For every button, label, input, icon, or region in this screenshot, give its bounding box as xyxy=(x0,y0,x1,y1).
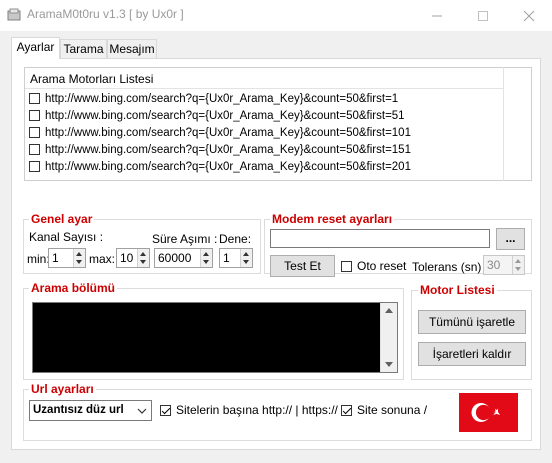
select-all-button[interactable]: Tümünü işaretle xyxy=(418,310,526,334)
item-checkbox[interactable] xyxy=(29,161,40,173)
minimize-button[interactable] xyxy=(414,0,460,31)
arrow-up-icon[interactable] xyxy=(203,252,209,256)
modem-path-input[interactable] xyxy=(270,229,490,248)
tab-ayarlar[interactable]: Ayarlar xyxy=(11,37,60,59)
scroll-down-icon[interactable] xyxy=(385,362,393,367)
list-item[interactable]: http://www.bing.com/search?q={Ux0r_Arama… xyxy=(29,110,405,126)
search-section-title: Arama bölümü xyxy=(29,281,118,295)
item-checkbox[interactable] xyxy=(29,93,40,105)
close-icon xyxy=(523,10,535,22)
tolerance-value: 30 xyxy=(487,258,501,272)
chevron-down-icon xyxy=(137,408,147,414)
item-checkbox[interactable] xyxy=(29,144,40,156)
list-header-separator xyxy=(25,88,503,89)
stepper-arrows[interactable] xyxy=(512,256,524,274)
maximize-button[interactable] xyxy=(460,0,506,31)
suffix-checkbox-wrap[interactable]: Site sonuna / xyxy=(341,403,427,417)
window-title: AramaM0t0ru v1.3 [ by Ux0r ] xyxy=(27,7,184,21)
arrow-down-icon[interactable] xyxy=(243,260,249,264)
retry-value: 1 xyxy=(223,251,230,265)
list-item[interactable]: http://www.bing.com/search?q={Ux0r_Arama… xyxy=(29,161,411,177)
item-checkbox[interactable] xyxy=(29,127,40,139)
arrow-up-icon[interactable] xyxy=(140,252,146,256)
test-button[interactable]: Test Et xyxy=(270,255,335,277)
engine-panel-group xyxy=(411,290,532,380)
list-item-url: http://www.bing.com/search?q={Ux0r_Arama… xyxy=(45,144,411,156)
list-divider xyxy=(503,67,504,181)
engine-panel-title: Motor Listesi xyxy=(418,283,497,297)
stepper-arrows[interactable] xyxy=(240,249,252,267)
app-icon xyxy=(7,8,21,21)
timeout-value: 60000 xyxy=(158,251,192,265)
list-column-header: Arama Motorları Listesi xyxy=(30,72,154,86)
minimize-icon xyxy=(432,15,442,17)
flag-crescent-star-icon xyxy=(471,403,501,422)
url-settings-title: Url ayarları xyxy=(29,382,96,396)
retry-stepper[interactable]: 1 xyxy=(219,248,253,268)
list-item[interactable]: http://www.bing.com/search?q={Ux0r_Arama… xyxy=(29,93,398,109)
tab-mesajim[interactable]: Mesajım xyxy=(107,39,157,59)
list-item-url: http://www.bing.com/search?q={Ux0r_Arama… xyxy=(45,93,399,105)
auto-reset-checkbox[interactable] xyxy=(341,261,352,273)
stepper-arrows[interactable] xyxy=(137,249,149,267)
min-channel-stepper[interactable]: 1 xyxy=(48,248,86,268)
arrow-down-icon[interactable] xyxy=(515,267,521,271)
clear-selection-button[interactable]: İşaretleri kaldır xyxy=(418,342,526,366)
list-item-url: http://www.bing.com/search?q={Ux0r_Arama… xyxy=(45,110,405,122)
title-bar[interactable]: AramaM0t0ru v1.3 [ by Ux0r ] xyxy=(0,0,552,31)
list-item-url: http://www.bing.com/search?q={Ux0r_Arama… xyxy=(45,161,411,173)
timeout-stepper[interactable]: 60000 xyxy=(154,248,213,268)
arrow-up-icon[interactable] xyxy=(515,259,521,263)
channel-count-label: Kanal Sayısı : xyxy=(29,230,104,244)
stepper-arrows[interactable] xyxy=(73,249,85,267)
modem-reset-title: Modem reset ayarları xyxy=(270,212,395,226)
search-output-console[interactable] xyxy=(32,302,398,373)
stepper-arrows[interactable] xyxy=(200,249,212,267)
turkish-flag-image xyxy=(459,393,518,432)
auto-reset-label: Oto reset xyxy=(357,259,407,273)
tab-tarama[interactable]: Tarama xyxy=(60,39,107,59)
arrow-up-icon[interactable] xyxy=(76,252,82,256)
timeout-label: Süre Aşımı : xyxy=(152,232,218,246)
general-settings-title: Genel ayar xyxy=(29,212,95,226)
arrow-down-icon[interactable] xyxy=(140,260,146,264)
close-button[interactable] xyxy=(506,0,552,31)
suffix-checkbox[interactable] xyxy=(341,405,352,417)
tolerance-stepper[interactable]: 30 xyxy=(483,255,525,275)
arrow-up-icon[interactable] xyxy=(243,252,249,256)
url-format-value: Uzantısız düz url xyxy=(33,404,124,416)
max-channel-stepper[interactable]: 10 xyxy=(116,248,150,268)
max-channel-value: 10 xyxy=(120,251,134,265)
tolerance-label: Tolerans (sn) : xyxy=(412,260,489,274)
suffix-label: Site sonuna / xyxy=(357,403,428,417)
retry-label: Dene: xyxy=(219,232,252,246)
auto-reset-checkbox-wrap[interactable]: Oto reset xyxy=(341,259,406,273)
item-checkbox[interactable] xyxy=(29,110,40,122)
prefix-label: Sitelerin başına http:// | https:// xyxy=(176,403,338,417)
prefix-checkbox[interactable] xyxy=(160,405,171,417)
scroll-up-icon[interactable] xyxy=(385,308,393,313)
url-format-select[interactable]: Uzantısız düz url xyxy=(29,400,152,421)
console-scrollbar[interactable] xyxy=(380,303,397,372)
list-item[interactable]: http://www.bing.com/search?q={Ux0r_Arama… xyxy=(29,127,411,143)
maximize-icon xyxy=(478,11,488,21)
prefix-checkbox-wrap[interactable]: Sitelerin başına http:// | https:// xyxy=(160,403,338,417)
list-item[interactable]: http://www.bing.com/search?q={Ux0r_Arama… xyxy=(29,144,411,160)
arrow-down-icon[interactable] xyxy=(203,260,209,264)
list-item-url: http://www.bing.com/search?q={Ux0r_Arama… xyxy=(45,127,411,139)
arrow-down-icon[interactable] xyxy=(76,260,82,264)
min-label: min: xyxy=(27,252,50,266)
browse-button[interactable]: ... xyxy=(496,228,525,250)
min-channel-value: 1 xyxy=(52,251,59,265)
max-label: max: xyxy=(89,252,116,266)
